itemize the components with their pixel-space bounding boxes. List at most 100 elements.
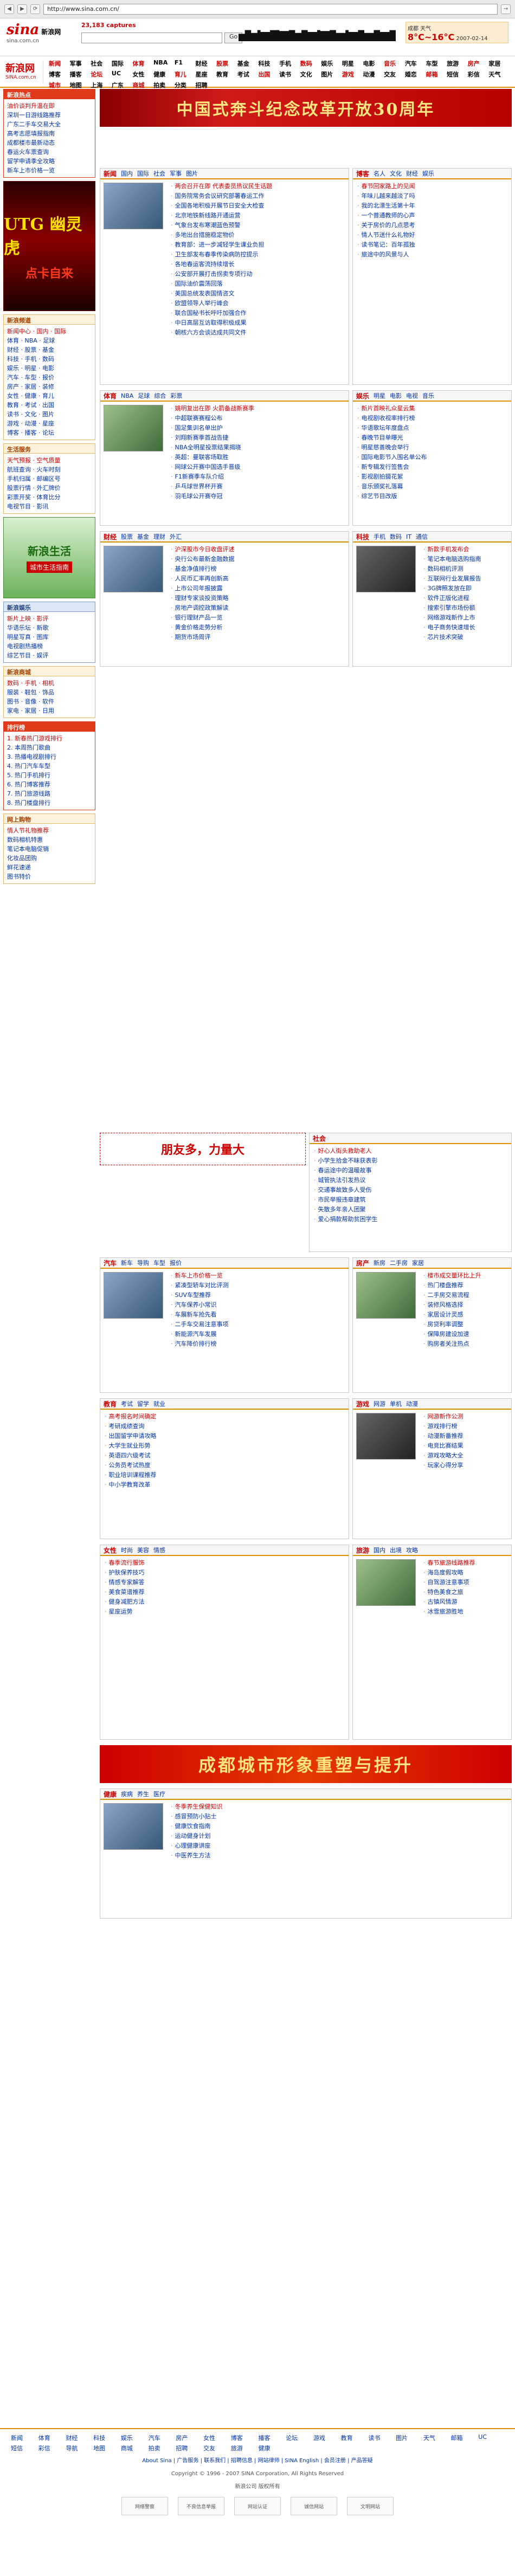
news-link[interactable]: 考研成绩查询 bbox=[105, 1422, 344, 1431]
footer-link[interactable]: 论坛 bbox=[286, 2433, 312, 2442]
news-link[interactable]: 紧凑型轿车对比评测 bbox=[171, 1281, 344, 1290]
news-link[interactable]: 古镇风情游 bbox=[423, 1597, 507, 1607]
section-tab[interactable]: 图片 bbox=[186, 169, 198, 178]
nav-link[interactable]: 彩信 bbox=[468, 70, 489, 79]
nav-link[interactable]: 财经 bbox=[195, 59, 216, 68]
news-link[interactable]: 新能源汽车发展 bbox=[171, 1329, 344, 1339]
nav-link[interactable]: 游戏 bbox=[342, 70, 363, 79]
section-photo[interactable] bbox=[356, 546, 416, 592]
news-link[interactable]: 新专辑发行签售会 bbox=[357, 462, 507, 472]
list-item[interactable]: 数码 · 手机 · 相机 bbox=[7, 679, 92, 688]
section-tab[interactable]: 音乐 bbox=[422, 391, 434, 400]
section-photo[interactable] bbox=[356, 1272, 416, 1319]
list-item[interactable]: 财经 · 股票 · 基金 bbox=[7, 345, 92, 354]
news-link[interactable]: 游戏排行榜 bbox=[423, 1422, 507, 1431]
list-item[interactable]: 天气预报 · 空气质量 bbox=[7, 456, 92, 465]
news-link[interactable]: 银行理财产品一览 bbox=[171, 613, 344, 623]
nav-link[interactable]: 军事 bbox=[70, 59, 91, 68]
nav-link[interactable]: 健康 bbox=[153, 70, 175, 79]
footer-link[interactable]: 娱乐 bbox=[121, 2433, 147, 2442]
list-item[interactable]: 航班查询 · 火车时刻 bbox=[7, 465, 92, 474]
section-tab[interactable]: 彩票 bbox=[170, 391, 182, 400]
news-link[interactable]: 装修风格选择 bbox=[423, 1300, 507, 1310]
section-photo[interactable] bbox=[104, 546, 163, 592]
news-link[interactable]: 好心人街头救助老人 bbox=[314, 1146, 507, 1156]
news-link[interactable]: 公务员考试热度 bbox=[105, 1461, 344, 1470]
news-link[interactable]: 二手房交易流程 bbox=[423, 1290, 507, 1300]
nav-link[interactable]: 基金 bbox=[237, 59, 259, 68]
footer-link[interactable]: 导航 bbox=[66, 2444, 92, 2452]
news-link[interactable]: 国务院常务会议研究部署春运工作 bbox=[171, 191, 344, 201]
nav-link[interactable]: 广东 bbox=[112, 81, 133, 89]
footer-badge[interactable]: 诚信网站 bbox=[291, 2497, 337, 2515]
top-ad-banner[interactable]: 中国式奔斗纪念改革开放30周年 bbox=[100, 89, 512, 127]
section-photo[interactable] bbox=[104, 183, 163, 229]
news-link[interactable]: 保障房建设加速 bbox=[423, 1329, 507, 1339]
section-tab[interactable]: 明星 bbox=[374, 391, 385, 400]
section-tab[interactable]: 攻略 bbox=[406, 1546, 418, 1554]
news-link[interactable]: 年味儿越来越淡了吗 bbox=[357, 191, 507, 201]
section-tab[interactable]: 考试 bbox=[121, 1399, 133, 1408]
news-link[interactable]: 房贷利率调整 bbox=[423, 1320, 507, 1329]
list-item[interactable]: 家电 · 家居 · 日用 bbox=[7, 706, 92, 715]
section-tab[interactable]: 名人 bbox=[374, 169, 385, 178]
section-tab[interactable]: 疾病 bbox=[121, 1790, 133, 1798]
news-link[interactable]: 春运途中的温暖故事 bbox=[314, 1166, 507, 1176]
nav-link[interactable]: 交友 bbox=[384, 70, 405, 79]
footer-link[interactable]: 健康 bbox=[258, 2444, 284, 2452]
news-link[interactable]: 美国总统发表国情咨文 bbox=[171, 289, 344, 299]
nav-link[interactable]: 天气 bbox=[488, 70, 510, 79]
news-link[interactable]: 读书笔记：百年孤独 bbox=[357, 240, 507, 250]
news-link[interactable]: 运动健身计划 bbox=[171, 1831, 507, 1841]
news-link[interactable]: 春节旅游线路推荐 bbox=[423, 1558, 507, 1568]
list-item[interactable]: 娱乐 · 明星 · 电影 bbox=[7, 364, 92, 373]
news-link[interactable]: 教育部：进一步减轻学生课业负担 bbox=[171, 240, 344, 250]
nav-link[interactable]: NBA bbox=[153, 59, 175, 68]
list-item[interactable]: 体育 · NBA · 足球 bbox=[7, 336, 92, 345]
footer-link[interactable]: 新闻 bbox=[11, 2433, 37, 2442]
list-item[interactable]: 1. 新春热门游戏排行 bbox=[7, 734, 92, 743]
list-item[interactable]: 3. 热播电视剧排行 bbox=[7, 752, 92, 761]
nav-link[interactable]: 邮箱 bbox=[426, 70, 447, 79]
news-link[interactable]: 爱心捐款帮助贫困学生 bbox=[314, 1215, 507, 1224]
section-tab[interactable]: 就业 bbox=[153, 1399, 165, 1408]
news-link[interactable]: 刘翔新赛季首战告捷 bbox=[171, 433, 344, 443]
footer-link[interactable]: 地图 bbox=[93, 2444, 119, 2452]
news-link[interactable]: 影视剧拍摄花絮 bbox=[357, 472, 507, 482]
nav-link[interactable]: 短信 bbox=[447, 70, 468, 79]
list-item[interactable]: 深圳一日游线路推荐 bbox=[7, 111, 92, 120]
nav-link[interactable]: 论坛 bbox=[91, 70, 112, 79]
section-tab[interactable]: NBA bbox=[121, 392, 133, 399]
news-link[interactable]: 网球公开赛中国选手晋级 bbox=[171, 462, 344, 472]
footer-link[interactable]: 博客 bbox=[231, 2433, 257, 2442]
section-tab[interactable]: 基金 bbox=[137, 532, 149, 541]
friend-banner[interactable]: 朋友多，力量大 bbox=[100, 1133, 306, 1165]
news-link[interactable]: 游戏攻略大全 bbox=[423, 1451, 507, 1461]
section-tab[interactable]: 财经 bbox=[406, 169, 418, 178]
section-tab[interactable]: 国内 bbox=[374, 1546, 385, 1554]
footer-badge[interactable]: 不良信息举报 bbox=[178, 2497, 224, 2515]
section-photo[interactable] bbox=[356, 1559, 416, 1606]
news-link[interactable]: 失散多年亲人团聚 bbox=[314, 1205, 507, 1215]
list-item[interactable]: 新片上映 · 影评 bbox=[7, 614, 92, 623]
section-title[interactable]: 财经 bbox=[104, 532, 117, 541]
nav-link[interactable]: 婚恋 bbox=[405, 70, 426, 79]
news-link[interactable]: 乒乓球世界杯开赛 bbox=[171, 482, 344, 492]
news-link[interactable]: 新片首映礼众星云集 bbox=[357, 404, 507, 414]
news-link[interactable]: 北京地铁新线路开通运营 bbox=[171, 211, 344, 221]
news-link[interactable]: 汽车降价排行榜 bbox=[171, 1339, 344, 1349]
list-item[interactable]: 电视节目 · 影讯 bbox=[7, 502, 92, 511]
footer-link[interactable]: 女性 bbox=[203, 2433, 229, 2442]
news-link[interactable]: 联合国秘书长呼吁加强合作 bbox=[171, 308, 344, 318]
back-icon[interactable]: ◀ bbox=[4, 4, 14, 14]
section-tab[interactable]: 手机 bbox=[374, 532, 385, 541]
list-item[interactable]: 科技 · 手机 · 数码 bbox=[7, 354, 92, 364]
news-link[interactable]: 新车上市价格一览 bbox=[171, 1271, 344, 1281]
news-link[interactable]: 职业培训课程推荐 bbox=[105, 1470, 344, 1480]
footer-link[interactable]: 短信 bbox=[11, 2444, 37, 2452]
section-tab[interactable]: 医疗 bbox=[153, 1790, 165, 1798]
news-link[interactable]: 英超：曼联客场取胜 bbox=[171, 453, 344, 462]
nav-link[interactable]: 文化 bbox=[300, 70, 321, 79]
news-link[interactable]: 3G牌照发放在即 bbox=[423, 584, 507, 593]
nav-link[interactable]: 教育 bbox=[216, 70, 237, 79]
